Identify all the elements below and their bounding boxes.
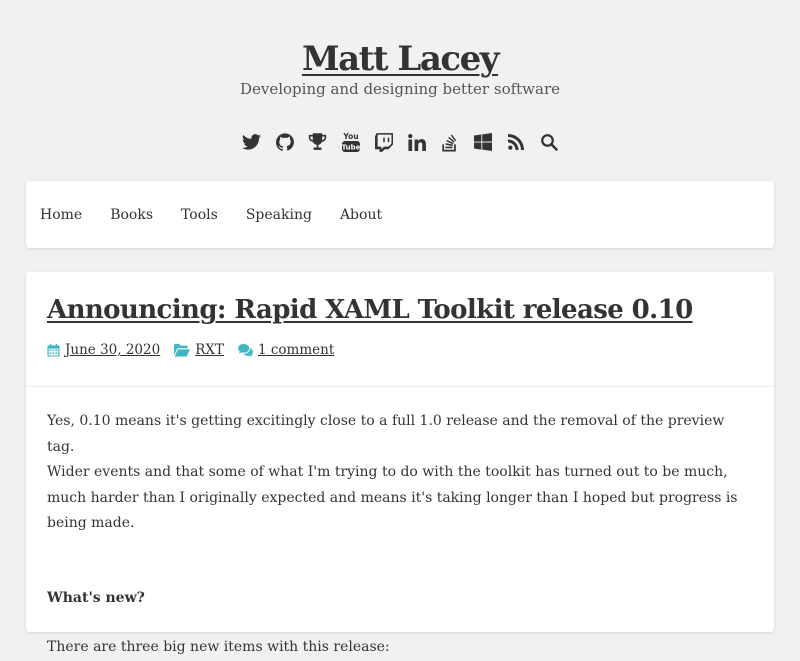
nav-item-about[interactable]: About [340,207,382,223]
trophy-icon[interactable] [308,128,328,156]
comments-link[interactable]: 1 comment [258,342,334,358]
svg-text:You: You [342,132,358,141]
post-card: Announcing: Rapid XAML Toolkit release 0… [26,272,774,655]
nav-item-home[interactable]: Home [40,207,82,223]
post-comments: 1 comment [238,342,334,358]
post-paragraph: Yes, 0.10 means it's getting excitingly … [47,413,725,455]
rss-icon[interactable] [506,128,526,156]
social-links: You Tube [0,128,800,156]
svg-text:Tube: Tube [341,144,360,152]
windows-icon[interactable] [473,128,493,156]
nav-item-books[interactable]: Books [110,207,153,223]
comments-icon [238,343,253,357]
search-icon[interactable] [539,128,559,156]
post-title: Announcing: Rapid XAML Toolkit release 0… [47,292,693,328]
youtube-icon[interactable]: You Tube [341,128,361,156]
site-title-link[interactable]: Matt Lacey [302,39,499,79]
post-content: Yes, 0.10 means it's getting excitingly … [47,409,747,661]
post-paragraph: Wider events and that some of what I'm t… [47,464,738,531]
post-subheading: What's new? [47,589,145,606]
post-meta: June 30, 2020 RXT 1 comment [47,342,348,358]
post-date-link[interactable]: June 30, 2020 [65,342,160,358]
nav-item-speaking[interactable]: Speaking [246,207,312,223]
site-tagline: Developing and designing better software [239,80,561,98]
twitch-icon[interactable] [374,128,394,156]
post-paragraph: There are three big new items with this … [47,639,390,655]
nav-item-tools[interactable]: Tools [181,207,218,223]
post-title-link[interactable]: Announcing: Rapid XAML Toolkit release 0… [47,295,693,325]
post-date: June 30, 2020 [47,342,160,358]
post-divider [26,386,774,387]
twitter-icon[interactable] [242,128,262,156]
main-navigation: Home Books Tools Speaking About [26,181,774,248]
calendar-icon [47,343,60,357]
folder-open-icon [174,343,191,356]
category-link[interactable]: RXT [195,342,224,358]
stackoverflow-icon[interactable] [440,128,460,156]
linkedin-icon[interactable] [407,128,427,156]
site-header: Matt Lacey Developing and designing bett… [0,0,800,180]
post-category: RXT [174,342,224,358]
site-title: Matt Lacey [0,36,800,82]
github-icon[interactable] [275,128,295,156]
